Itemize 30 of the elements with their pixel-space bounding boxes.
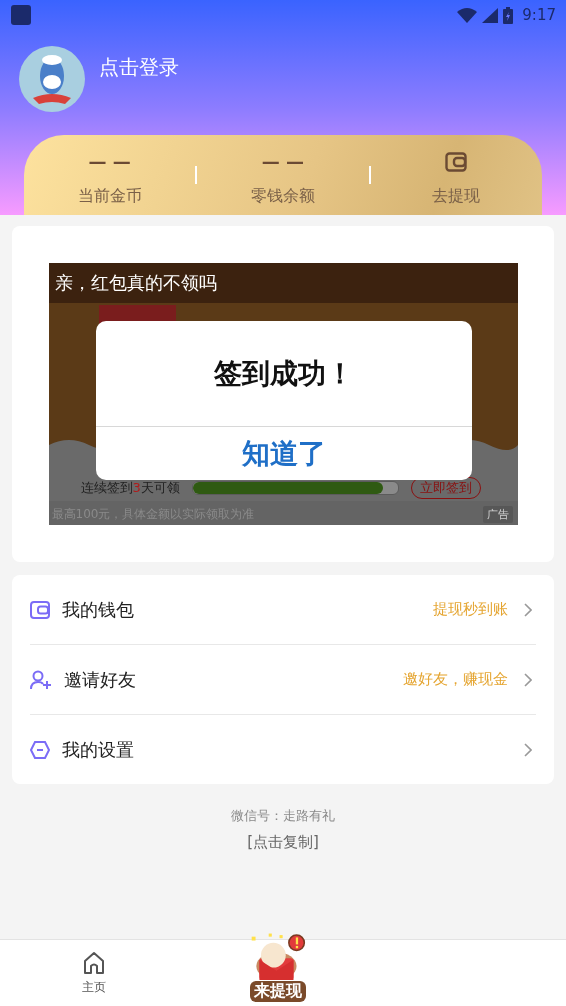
stat-label: 当前金币: [77, 185, 142, 207]
copy-link[interactable]: [点击复制]: [247, 833, 319, 852]
tab-label[interactable]: 主页: [82, 978, 106, 996]
home-icon[interactable]: [82, 950, 106, 975]
stat-value: — —: [88, 151, 131, 172]
status-time: 9:17: [522, 6, 556, 24]
chevron-icon: [524, 672, 532, 687]
confirm-button[interactable]: 知道了: [95, 427, 472, 480]
chevron-icon: [524, 742, 532, 757]
dialog-title: 签到成功！: [95, 321, 472, 427]
menu-item[interactable]: 我的设置: [30, 715, 536, 784]
settings-icon: [30, 740, 50, 759]
battery-icon: [503, 6, 514, 24]
stat-value: — —: [261, 151, 305, 172]
wallet-icon: [30, 600, 50, 619]
ad-headline: 亲，红包真的不领吗: [54, 271, 217, 295]
chevron-icon: [524, 602, 532, 617]
login-link[interactable]: 点击登录: [99, 54, 179, 81]
sign-in-progress-text: 连续签到3天可领: [80, 479, 180, 497]
wechat-id-text: 微信号：走路有礼: [231, 807, 335, 825]
menu-item[interactable]: 我的钱包 提现秒到账: [30, 575, 536, 645]
wifi-icon: [457, 7, 478, 23]
ad-badge: 广告: [482, 506, 513, 523]
tab-label[interactable]: 来提现: [250, 981, 306, 1002]
menu-item[interactable]: 邀请好友 邀好友，赚现金: [30, 645, 536, 715]
wallet-icon[interactable]: [445, 151, 468, 172]
avatar-icon[interactable]: [19, 46, 85, 112]
signal-icon: [482, 7, 499, 23]
add-user-icon: [30, 669, 52, 690]
stat-label: 零钱余额: [251, 185, 315, 207]
